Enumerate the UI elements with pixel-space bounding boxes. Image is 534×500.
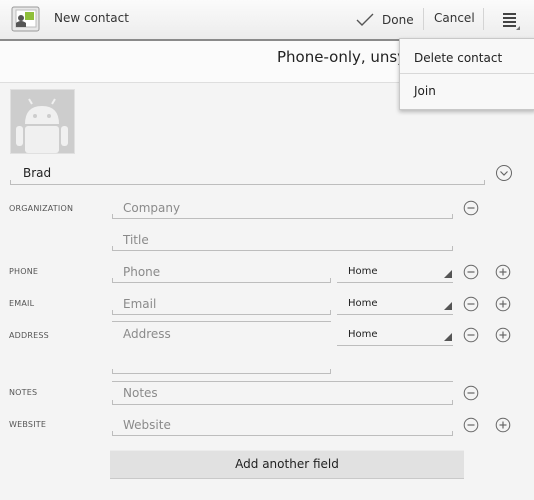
- phone-input[interactable]: Phone: [123, 265, 160, 279]
- minus-circle-icon[interactable]: [463, 385, 479, 401]
- minus-circle-icon[interactable]: [463, 264, 479, 280]
- email-type-select[interactable]: Home: [348, 298, 378, 309]
- android-robot-icon: [11, 90, 74, 153]
- email-label: EMAIL: [9, 299, 35, 308]
- select-underline: [337, 282, 453, 283]
- add-another-field-button[interactable]: Add another field: [110, 450, 464, 479]
- dropdown-corner-icon: [444, 302, 452, 310]
- overflow-menu: Delete contact Join: [399, 38, 534, 110]
- field-tick: [112, 214, 113, 219]
- action-bar: New contact Done Cancel: [0, 0, 534, 41]
- address-input[interactable]: Address: [123, 327, 171, 341]
- field-tick: [112, 369, 113, 374]
- done-button[interactable]: Done: [356, 4, 416, 35]
- field-underline: [112, 314, 331, 315]
- field-tick: [452, 400, 453, 405]
- field-tick: [112, 400, 113, 405]
- name-field[interactable]: Brad: [23, 166, 51, 180]
- minus-circle-icon[interactable]: [463, 327, 479, 343]
- minus-circle-icon[interactable]: [463, 296, 479, 312]
- done-label: Done: [382, 12, 414, 27]
- field-underline: [112, 435, 453, 436]
- menu-item-delete-contact[interactable]: Delete contact: [414, 51, 502, 65]
- field-tick: [112, 246, 113, 251]
- contact-photo[interactable]: [10, 89, 75, 154]
- overflow-menu-button[interactable]: [499, 8, 523, 32]
- select-underline: [337, 345, 453, 346]
- field-underline: [112, 282, 331, 283]
- dropdown-corner-icon: [444, 333, 452, 341]
- field-underline: [112, 218, 453, 219]
- select-underline: [337, 314, 453, 315]
- field-tick: [330, 369, 331, 374]
- page-title: New contact: [54, 11, 129, 25]
- contacts-app-icon[interactable]: [11, 6, 41, 33]
- divider: [423, 8, 424, 30]
- minus-circle-icon[interactable]: [463, 200, 479, 216]
- divider: [483, 8, 484, 30]
- field-tick: [452, 246, 453, 251]
- name-underline: [10, 184, 485, 185]
- plus-circle-icon[interactable]: [495, 296, 511, 312]
- dropdown-corner-icon: [444, 270, 452, 278]
- chevron-down-circle-icon[interactable]: [495, 164, 513, 182]
- menu-divider: [400, 73, 534, 74]
- notes-input[interactable]: Notes: [123, 386, 158, 400]
- minus-circle-icon[interactable]: [463, 417, 479, 433]
- plus-circle-icon[interactable]: [495, 264, 511, 280]
- field-tick: [452, 214, 453, 219]
- notes-label: NOTES: [9, 388, 38, 397]
- website-input[interactable]: Website: [123, 418, 171, 432]
- plus-circle-icon[interactable]: [495, 327, 511, 343]
- field-underline: [112, 404, 453, 405]
- field-tick: [330, 278, 331, 283]
- field-tick: [112, 310, 113, 315]
- plus-circle-icon[interactable]: [495, 417, 511, 433]
- field-tick: [112, 431, 113, 436]
- phone-type-select[interactable]: Home: [348, 266, 378, 277]
- cancel-button[interactable]: Cancel: [434, 11, 475, 25]
- field-topline: [112, 381, 453, 382]
- account-label: Phone-only, unsy: [277, 48, 407, 66]
- overflow-menu-icon: [503, 13, 520, 30]
- field-tick: [112, 278, 113, 283]
- checkmark-icon: [356, 13, 374, 26]
- field-tick: [484, 180, 485, 185]
- email-input[interactable]: Email: [123, 297, 156, 311]
- website-label: WEBSITE: [9, 420, 47, 429]
- menu-item-join[interactable]: Join: [414, 84, 436, 98]
- field-tick: [10, 180, 11, 185]
- address-label: ADDRESS: [9, 331, 49, 340]
- title-input[interactable]: Title: [123, 233, 149, 247]
- company-input[interactable]: Company: [123, 201, 180, 215]
- organization-label: ORGANIZATION: [9, 204, 74, 213]
- field-topline: [112, 321, 331, 322]
- field-underline: [112, 250, 453, 251]
- field-tick: [330, 310, 331, 315]
- field-underline: [112, 373, 331, 374]
- field-tick: [452, 431, 453, 436]
- phone-label: PHONE: [9, 267, 39, 276]
- address-type-select[interactable]: Home: [348, 329, 378, 340]
